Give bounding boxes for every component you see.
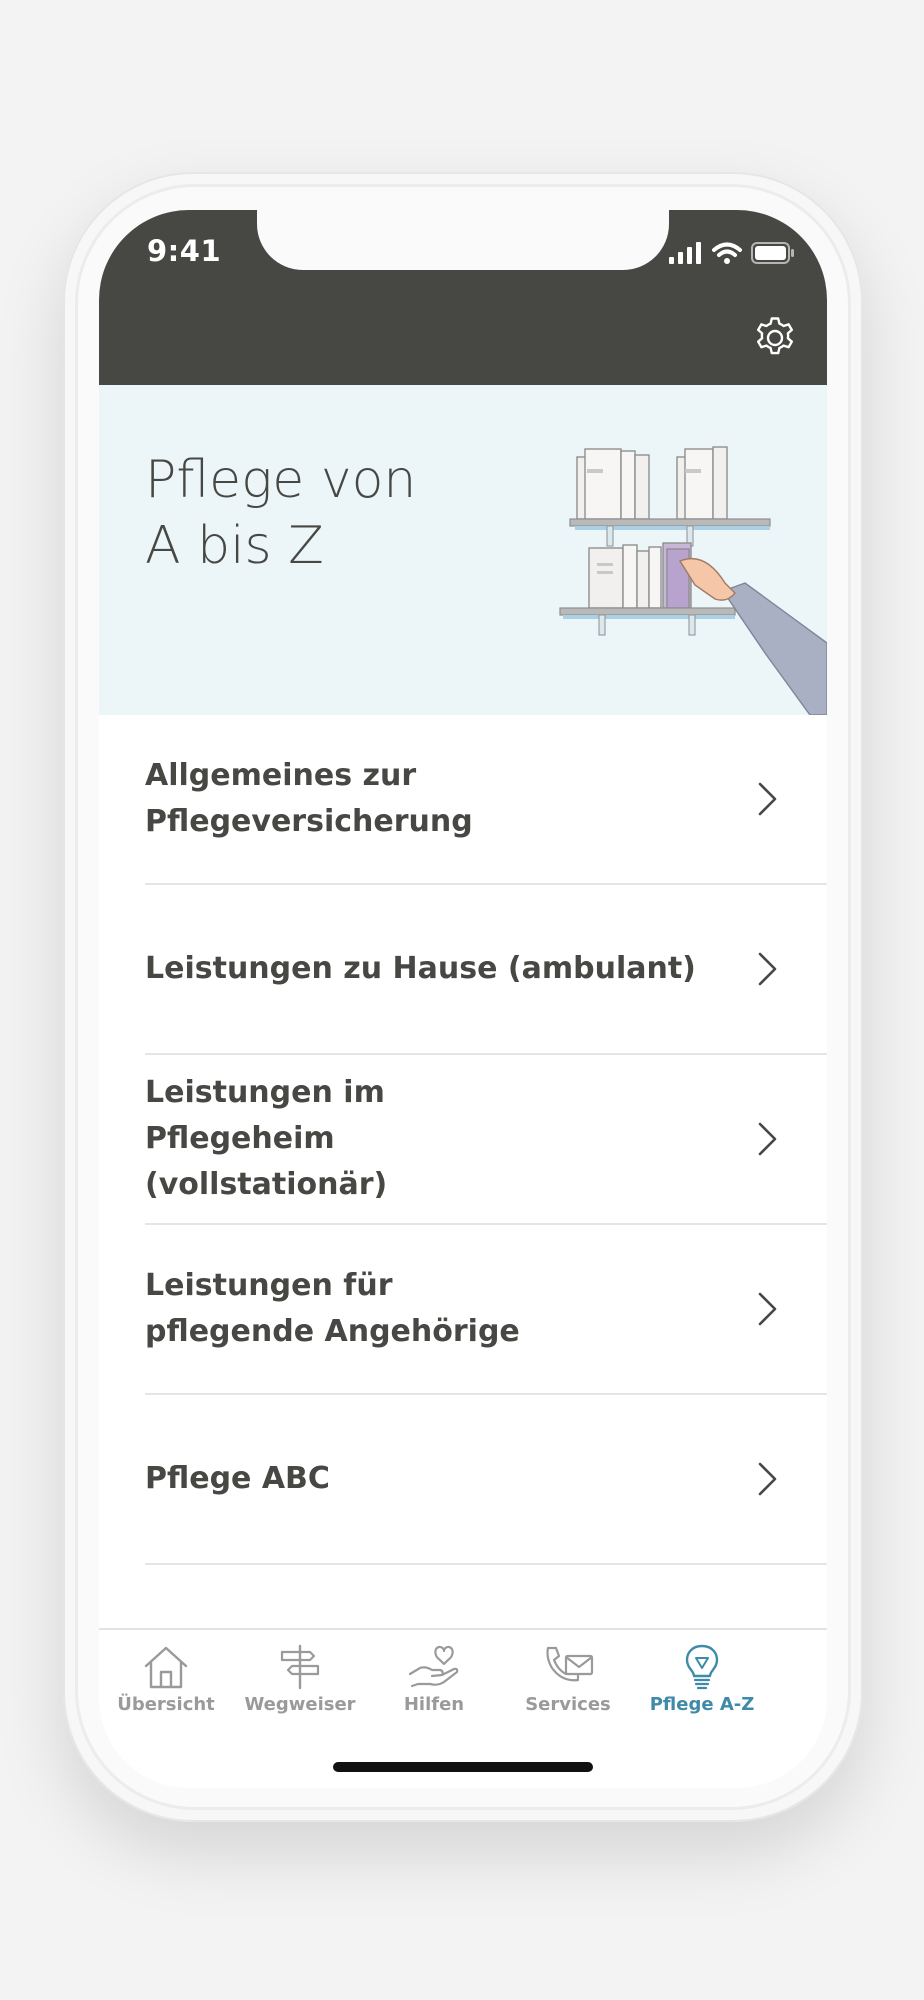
tab-hilfen[interactable]: Hilfen (367, 1644, 501, 1724)
lightbulb-icon (685, 1644, 719, 1690)
page-title: Pflege von A bis Z (145, 447, 475, 579)
list-item[interactable]: Leistungen für pflegende Angehörige (145, 1225, 827, 1395)
list-item-label: Leistungen für pflegende Angehörige (145, 1268, 520, 1349)
status-icons (669, 240, 795, 266)
chevron-right-icon (758, 1462, 777, 1496)
tab-pflege-a-z[interactable]: Pflege A-Z (635, 1644, 769, 1724)
battery-icon (751, 242, 794, 264)
list-item-label: Leistungen zu Hause (ambulant) (145, 951, 696, 986)
tab-uebersicht[interactable]: Übersicht (99, 1644, 233, 1724)
chevron-right-icon (758, 1292, 777, 1326)
list-item-label: Allgemeines zur Pflegeversicherung (145, 758, 473, 839)
device-notch (257, 210, 669, 270)
chevron-right-icon (758, 1122, 777, 1156)
tab-label: Wegweiser (244, 1694, 356, 1715)
list-item[interactable]: Leistungen zu Hause (ambulant) (145, 885, 827, 1055)
home-indicator[interactable] (333, 1762, 593, 1772)
status-time: 9:41 (147, 234, 222, 268)
list-item[interactable]: Leistungen im Pflegeheim (vollstationär) (145, 1055, 827, 1225)
hero-banner: Pflege von A bis Z (99, 385, 827, 715)
tab-services[interactable]: Services (501, 1644, 635, 1724)
list-item[interactable]: Allgemeines zur Pflegeversicherung (145, 715, 827, 885)
home-icon (144, 1646, 188, 1689)
signpost-icon (280, 1644, 320, 1690)
heart-hand-icon (408, 1645, 459, 1688)
list-item-label: Pflege ABC (145, 1461, 330, 1496)
signal-icon (669, 242, 701, 264)
bookshelf-hand-illustration (559, 446, 827, 715)
list-item-label: Leistungen im Pflegeheim (vollstationär) (145, 1075, 388, 1202)
tab-wegweiser[interactable]: Wegweiser (233, 1644, 367, 1724)
header-bar: 9:41 (99, 210, 827, 385)
title-line-2: A bis Z (145, 516, 324, 576)
phone-mail-icon (546, 1646, 594, 1682)
topic-list: Allgemeines zur Pflegeversicherung Leist… (99, 715, 827, 1565)
tab-label: Services (525, 1694, 611, 1715)
chevron-right-icon (758, 782, 777, 816)
app-screen: 9:41 Pflege von A bis Z Allgemeines zur … (99, 210, 827, 1788)
tab-label: Hilfen (403, 1694, 465, 1715)
chevron-right-icon (758, 952, 777, 986)
tab-label: Übersicht (117, 1694, 215, 1715)
wifi-icon (712, 242, 742, 264)
tab-label: Pflege A-Z (649, 1694, 755, 1715)
list-item[interactable]: Pflege ABC (145, 1395, 827, 1565)
title-line-1: Pflege von (145, 450, 417, 510)
gear-icon[interactable] (753, 316, 797, 360)
